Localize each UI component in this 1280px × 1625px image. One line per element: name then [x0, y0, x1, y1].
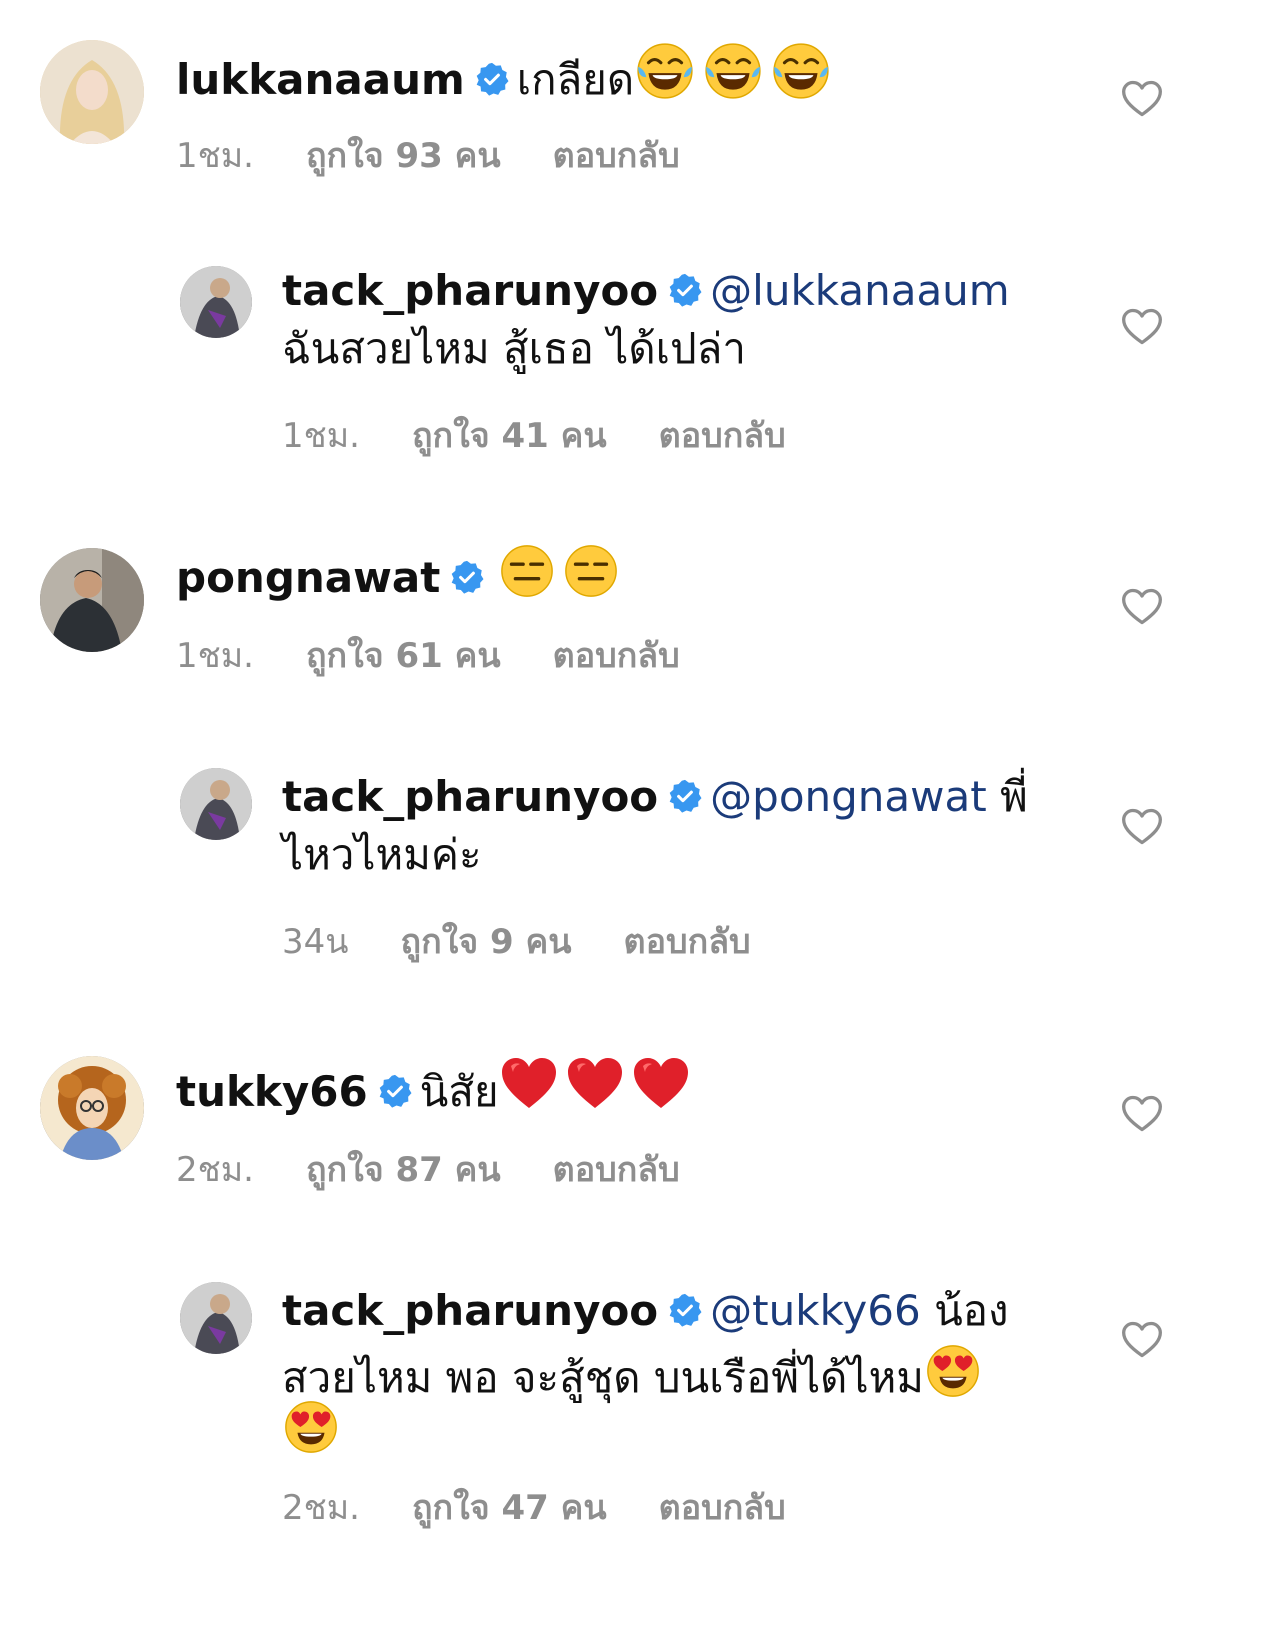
like-heart-icon[interactable]	[1120, 305, 1164, 349]
comment-text: tukky66 นิสัย	[176, 1054, 691, 1121]
comment-meta: 2ชม. ถูกใจ 87 คน ตอบกลับ	[176, 1142, 680, 1196]
comment-text: tack_pharunyoo @tukky66 น้อง	[282, 1282, 1009, 1340]
comment-meta: 1ชม. ถูกใจ 41 คน ตอบกลับ	[282, 408, 786, 462]
avatar[interactable]	[180, 1282, 252, 1354]
username[interactable]: tukky66	[176, 1067, 368, 1116]
likes-count[interactable]: ถูกใจ 9 คน	[401, 914, 572, 968]
comment-text: tack_pharunyoo @lukkanaaum	[282, 262, 1010, 320]
comment-time: 2ชม.	[176, 1150, 254, 1190]
verified-badge-icon	[378, 1074, 412, 1108]
comment-text: lukkanaaum เกลียด	[176, 40, 832, 109]
reply-button[interactable]: ตอบกลับ	[624, 914, 751, 968]
avatar[interactable]	[40, 1056, 144, 1160]
comment-body-line: ฉันสวยไหม สู้เธอ ได้เปล่า	[282, 324, 746, 373]
comment-body: ฉันสวยไหม สู้เธอ ได้เปล่า	[282, 320, 746, 378]
likes-count[interactable]: ถูกใจ 47 คน	[412, 1480, 607, 1534]
like-heart-icon[interactable]	[1120, 585, 1164, 629]
username[interactable]: tack_pharunyoo	[282, 1286, 658, 1335]
comment-body-line: น้อง	[934, 1286, 1009, 1335]
comment-meta: 34น ถูกใจ 9 คน ตอบกลับ	[282, 914, 751, 968]
avatar[interactable]	[180, 266, 252, 338]
comment-text: pongnawat	[176, 542, 620, 607]
comment-time: 1ชม.	[176, 636, 254, 676]
mention-link[interactable]: @tukky66	[710, 1286, 921, 1335]
joy-emoji-icon	[702, 40, 764, 102]
avatar[interactable]	[180, 768, 252, 840]
like-heart-icon[interactable]	[1120, 1092, 1164, 1136]
avatar[interactable]	[40, 40, 144, 144]
joy-emoji-icon	[634, 40, 696, 102]
reply-button[interactable]: ตอบกลับ	[553, 628, 680, 682]
comment-meta: 1ชม. ถูกใจ 61 คน ตอบกลับ	[176, 628, 680, 682]
username[interactable]: tack_pharunyoo	[282, 772, 658, 821]
comment-body	[282, 1398, 340, 1463]
comment-body: เกลียด	[516, 55, 635, 104]
likes-count[interactable]: ถูกใจ 61 คน	[306, 628, 501, 682]
comment-time: 1ชม.	[176, 136, 254, 176]
username[interactable]: pongnawat	[176, 553, 440, 602]
verified-badge-icon	[668, 779, 702, 813]
comment-text: tack_pharunyoo @pongnawat พี่	[282, 768, 1028, 826]
comment-time: 2ชม.	[282, 1488, 360, 1528]
verified-badge-icon	[475, 62, 509, 96]
reply-button[interactable]: ตอบกลับ	[659, 408, 786, 462]
verified-badge-icon	[668, 273, 702, 307]
comment-body: นิสัย	[419, 1067, 499, 1116]
reply-button[interactable]: ตอบกลับ	[553, 1142, 680, 1196]
mention-link[interactable]: @pongnawat	[710, 772, 987, 821]
verified-badge-icon	[450, 560, 484, 594]
comment-body-line: สวยไหม พอ จะสู้ชุด บนเรือพี่ได้ไหม	[282, 1353, 924, 1402]
expressionless-emoji-icon	[562, 542, 620, 600]
comment-body-line: พี่	[1000, 772, 1028, 821]
comment-meta: 2ชม. ถูกใจ 47 คน ตอบกลับ	[282, 1480, 786, 1534]
verified-badge-icon	[668, 1293, 702, 1327]
heart-eyes-emoji-icon	[282, 1398, 340, 1456]
like-heart-icon[interactable]	[1120, 77, 1164, 121]
avatar[interactable]	[40, 548, 144, 652]
comment-body: สวยไหม พอ จะสู้ชุด บนเรือพี่ได้ไหม	[282, 1342, 982, 1407]
mention-link[interactable]: @lukkanaaum	[710, 266, 1010, 315]
reply-button[interactable]: ตอบกลับ	[553, 128, 680, 182]
comment-body: ไหวไหมค่ะ	[282, 826, 482, 884]
like-heart-icon[interactable]	[1120, 1318, 1164, 1362]
comment-meta: 1ชม. ถูกใจ 93 คน ตอบกลับ	[176, 128, 680, 182]
red-heart-emoji-icon	[631, 1054, 691, 1114]
joy-emoji-icon	[770, 40, 832, 102]
expressionless-emoji-icon	[498, 542, 556, 600]
red-heart-emoji-icon	[499, 1054, 559, 1114]
red-heart-emoji-icon	[565, 1054, 625, 1114]
username[interactable]: tack_pharunyoo	[282, 266, 658, 315]
like-heart-icon[interactable]	[1120, 805, 1164, 849]
comment-time: 34น	[282, 922, 349, 962]
comment-body-line: ไหวไหมค่ะ	[282, 830, 482, 879]
comment-time: 1ชม.	[282, 416, 360, 456]
heart-eyes-emoji-icon	[924, 1342, 982, 1400]
reply-button[interactable]: ตอบกลับ	[659, 1480, 786, 1534]
likes-count[interactable]: ถูกใจ 93 คน	[306, 128, 501, 182]
username[interactable]: lukkanaaum	[176, 55, 465, 104]
likes-count[interactable]: ถูกใจ 87 คน	[306, 1142, 501, 1196]
likes-count[interactable]: ถูกใจ 41 คน	[412, 408, 607, 462]
